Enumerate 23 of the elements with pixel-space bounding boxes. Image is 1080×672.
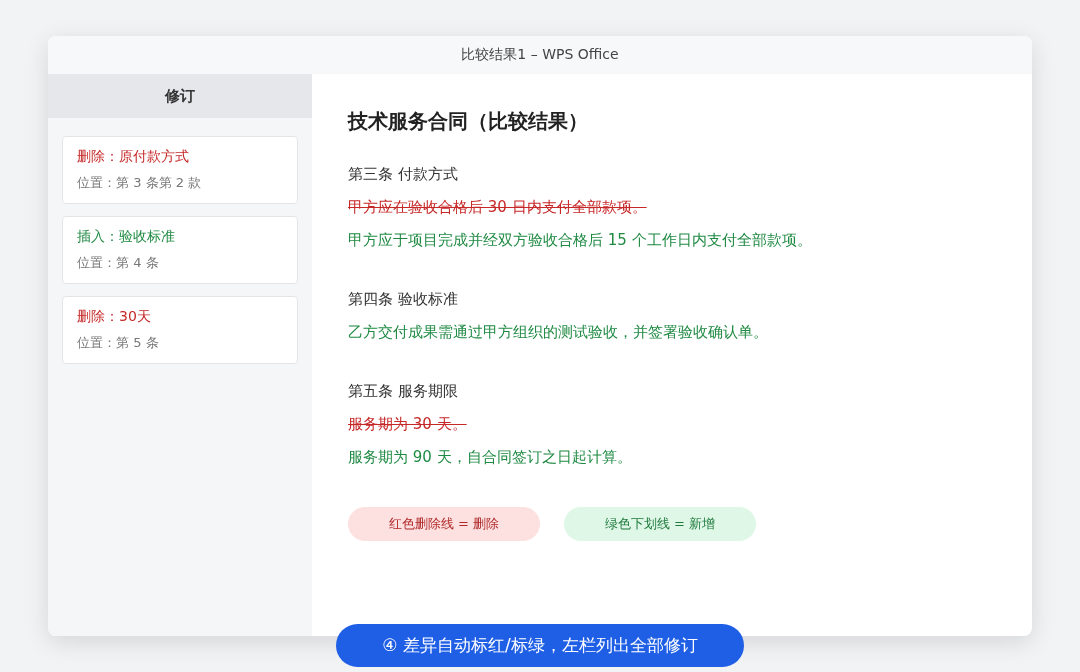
document-title: 技术服务合同（比较结果） (348, 108, 589, 135)
clause-heading: 第五条 服务期限 (348, 382, 458, 401)
revision-label: 插入：验收标准 (77, 228, 176, 246)
inserted-text: 服务期为 90 天，自合同签订之日起计算。 (348, 448, 632, 467)
inserted-text: 甲方应于项目完成并经双方验收合格后 15 个工作日内支付全部款项。 (348, 231, 812, 250)
revision-card[interactable]: 删除：30天 位置：第 5 条 (62, 296, 298, 364)
caption-banner: ④ 差异自动标红/标绿，左栏列出全部修订 (336, 624, 744, 667)
deleted-text: 服务期为 30 天。 (348, 415, 467, 434)
sidebar-title: 修订 (48, 74, 312, 118)
deleted-text: 甲方应在验收合格后 30 日内支付全部款项。 (348, 198, 647, 217)
window-title: 比较结果1 – WPS Office (48, 36, 1032, 74)
legend-tag: 红色删除线 = 删除 (348, 507, 540, 541)
revision-label: 删除：原付款方式 (77, 148, 190, 166)
revision-location: 位置：第 5 条 (77, 334, 160, 352)
revision-label: 删除：30天 (77, 308, 152, 326)
clause-heading: 第三条 付款方式 (348, 165, 458, 184)
revision-card[interactable]: 插入：验收标准 位置：第 4 条 (62, 216, 298, 284)
legend-tag: 绿色下划线 = 新增 (564, 507, 756, 541)
inserted-text: 乙方交付成果需通过甲方组织的测试验收，并签署验收确认单。 (348, 323, 768, 342)
revision-location: 位置：第 3 条第 2 款 (77, 174, 203, 192)
revision-card[interactable]: 删除：原付款方式 位置：第 3 条第 2 款 (62, 136, 298, 204)
clause-heading: 第四条 验收标准 (348, 290, 458, 309)
revision-location: 位置：第 4 条 (77, 254, 160, 272)
